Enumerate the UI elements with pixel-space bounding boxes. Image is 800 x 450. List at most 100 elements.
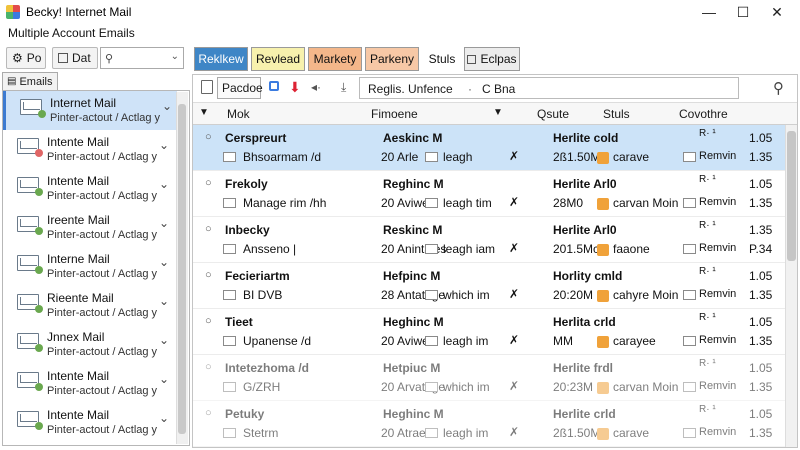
tab-parkeny[interactable]: Parkeny — [365, 47, 419, 71]
flag-icon[interactable]: ✗ — [509, 149, 519, 163]
account-subtitle: Pinter-actout / Actlag y — [47, 424, 158, 436]
emails-tab[interactable]: ▤ Emails — [2, 72, 58, 90]
folder-icon — [597, 428, 609, 440]
column-mok[interactable]: Mok — [227, 107, 250, 121]
account-item[interactable]: Intente Mail Pinter-actout / Actlag y ⌄ — [3, 169, 177, 208]
status-badge — [35, 305, 43, 313]
left-scrollbar-thumb[interactable] — [178, 104, 186, 434]
subject: Cerspreurt — [225, 131, 287, 145]
document-icon[interactable] — [201, 80, 213, 94]
page-subtitle: Multiple Account Emails — [8, 26, 135, 40]
radio-icon[interactable]: ○ — [205, 223, 212, 235]
tab-eclpas[interactable]: Eclpas — [464, 47, 520, 71]
table-row[interactable]: ○ Intetezhoma /d G/ZRH Hetpiuc M 20 Arvatage… — [193, 355, 785, 401]
filter-input[interactable]: Reglis. Unfence · C Bna — [359, 77, 739, 99]
chevron-down-icon[interactable]: ⌄ — [159, 216, 169, 230]
flag-icon[interactable]: ✗ — [509, 333, 519, 347]
account-list: Internet Mail Pinter-actout / Actlag y ⌄ In… — [2, 90, 190, 446]
count-a: 1.05 — [749, 177, 773, 191]
search-input[interactable]: ⚲ ⌄ — [100, 47, 184, 69]
sender: Reghinc M — [383, 177, 444, 191]
account-item[interactable]: Interne Mail Pinter-actout / Actlag y ⌄ — [3, 247, 177, 286]
radio-icon[interactable]: ○ — [205, 361, 212, 373]
count-a: 1.05 — [749, 269, 773, 283]
radio-icon[interactable]: ○ — [205, 269, 212, 281]
chevron-down-icon[interactable]: ⌄ — [159, 255, 169, 269]
account-item[interactable]: Internet Mail Pinter-actout / Actlag y ⌄ — [3, 91, 177, 130]
account-name: Intente Mail — [47, 408, 110, 422]
sender-extra: which im — [443, 380, 490, 394]
right-scrollbar-thumb[interactable] — [787, 131, 796, 261]
table-row[interactable]: ○ Inbecky Ansseno | Reskinc M 20 Anintales le… — [193, 217, 785, 263]
chevron-down-icon[interactable]: ⌄ — [159, 333, 169, 347]
chevron-down-icon[interactable]: ⌄ — [162, 99, 172, 113]
column-covothre[interactable]: Covothre — [679, 107, 728, 121]
flag-icon[interactable]: ✗ — [509, 241, 519, 255]
envelope-icon — [223, 336, 236, 346]
radio-icon[interactable]: ○ — [205, 407, 212, 419]
chevron-down-icon[interactable]: ⌄ — [159, 294, 169, 308]
message-icon — [683, 152, 696, 162]
chevron-down-icon[interactable]: ⌄ — [159, 138, 169, 152]
table-row[interactable]: ○ Frekoly Manage rim /hh Reghinc M 20 Aviwe l… — [193, 171, 785, 217]
radio-icon[interactable]: ○ — [205, 131, 212, 143]
sender-extra: leagh im — [443, 426, 489, 440]
tab-reklkew[interactable]: Reklkew — [194, 47, 248, 71]
download-icon[interactable]: ⤓ — [341, 80, 346, 95]
column-stuls[interactable]: Stuls — [603, 107, 630, 121]
size-text: MM — [553, 334, 573, 348]
chevron-down-icon[interactable]: ⌄ — [159, 411, 169, 425]
tab-stuls[interactable]: Stuls — [422, 47, 462, 71]
account-item[interactable]: Intente Mail Pinter-actout / Actlag y ⌄ — [3, 364, 177, 403]
account-item[interactable]: Ireente Mail Pinter-actout / Actlag y ⌄ — [3, 208, 177, 247]
account-item[interactable]: Intente Mail Pinter-actout / Actlag y ⌄ — [3, 130, 177, 169]
tab-markety[interactable]: Markety — [308, 47, 362, 71]
table-row[interactable]: ○ Cerspreurt Bhsoarmam /d Aeskinc M 20 Arle l… — [193, 125, 785, 171]
title-bar: Becky! Internet Mail — ☐ ✕ — [0, 0, 800, 24]
flag-icon[interactable]: ✗ — [509, 195, 519, 209]
status-badge — [35, 422, 43, 430]
flag-icon[interactable]: ✗ — [509, 379, 519, 393]
account-name: Interne Mail — [47, 252, 110, 266]
message-icon — [683, 244, 696, 254]
account-item[interactable]: Rieente Mail Pinter-actout / Actlag y ⌄ — [3, 286, 177, 325]
count-b: 1.35 — [749, 288, 773, 302]
subject: Petuky — [225, 407, 265, 421]
arrow-left-icon[interactable]: ◂· — [311, 80, 321, 94]
tab-label: Revlead — [255, 52, 301, 66]
account-item[interactable]: Intente Mail Pinter-actout / Actlag y ⌄ — [3, 403, 177, 442]
tab-revlead[interactable]: Revlead — [251, 47, 305, 71]
pacdoe-button[interactable]: Pacdoe — [217, 77, 263, 99]
account-subtitle: Pinter-actout / Actlag y — [47, 385, 158, 397]
count-a: 1.05 — [749, 315, 773, 329]
account-subtitle: Pinter-actout / Actlag y — [47, 346, 158, 358]
flag-icon[interactable]: ✗ — [509, 287, 519, 301]
sender-detail: 20 Atrae — [381, 426, 426, 440]
chevron-down-icon[interactable]: ⌄ — [171, 51, 179, 62]
flag-icon[interactable]: ✗ — [509, 425, 519, 439]
chevron-down-icon[interactable]: ⌄ — [159, 372, 169, 386]
table-row[interactable]: ○ Fecieriartm BI DVB Hefpinc M 28 Antatege wh… — [193, 263, 785, 309]
account-item[interactable]: Jnnex Mail Pinter-actout / Actlag y ⌄ — [3, 325, 177, 364]
date-button[interactable]: Dat — [52, 47, 98, 69]
chevron-down-icon[interactable]: ⌄ — [159, 177, 169, 191]
date-text: Herlite crld — [553, 407, 616, 421]
table-row[interactable]: ○ Petuky Stetrm Heghinc M 20 Atrae leagh im ✗ H… — [193, 401, 785, 447]
settings-button[interactable]: ⚙ Po — [6, 47, 46, 69]
close-button[interactable]: ✕ — [754, 0, 800, 24]
table-row[interactable]: ○ Tieet Upanense /d Heghinc M 20 Aviwe leagh … — [193, 309, 785, 355]
search-icon[interactable]: ⚲ — [773, 79, 784, 97]
count-b: 1.35 — [749, 196, 773, 210]
column-qsute[interactable]: Qsute — [537, 107, 569, 121]
tag-blue-icon[interactable] — [269, 81, 279, 91]
sender: Reskinc M — [383, 223, 443, 237]
subject: Tieet — [225, 315, 253, 329]
radio-icon[interactable]: ○ — [205, 177, 212, 189]
envelope-icon — [223, 244, 236, 254]
attachment-icon — [425, 336, 438, 346]
sort-icon[interactable]: ▼ — [199, 107, 209, 118]
column-fimoene[interactable]: Fimoene — [371, 107, 418, 121]
status-glyph: R· ¹ — [699, 312, 716, 323]
pin-icon[interactable]: ⬇ — [289, 79, 301, 96]
radio-icon[interactable]: ○ — [205, 315, 212, 327]
